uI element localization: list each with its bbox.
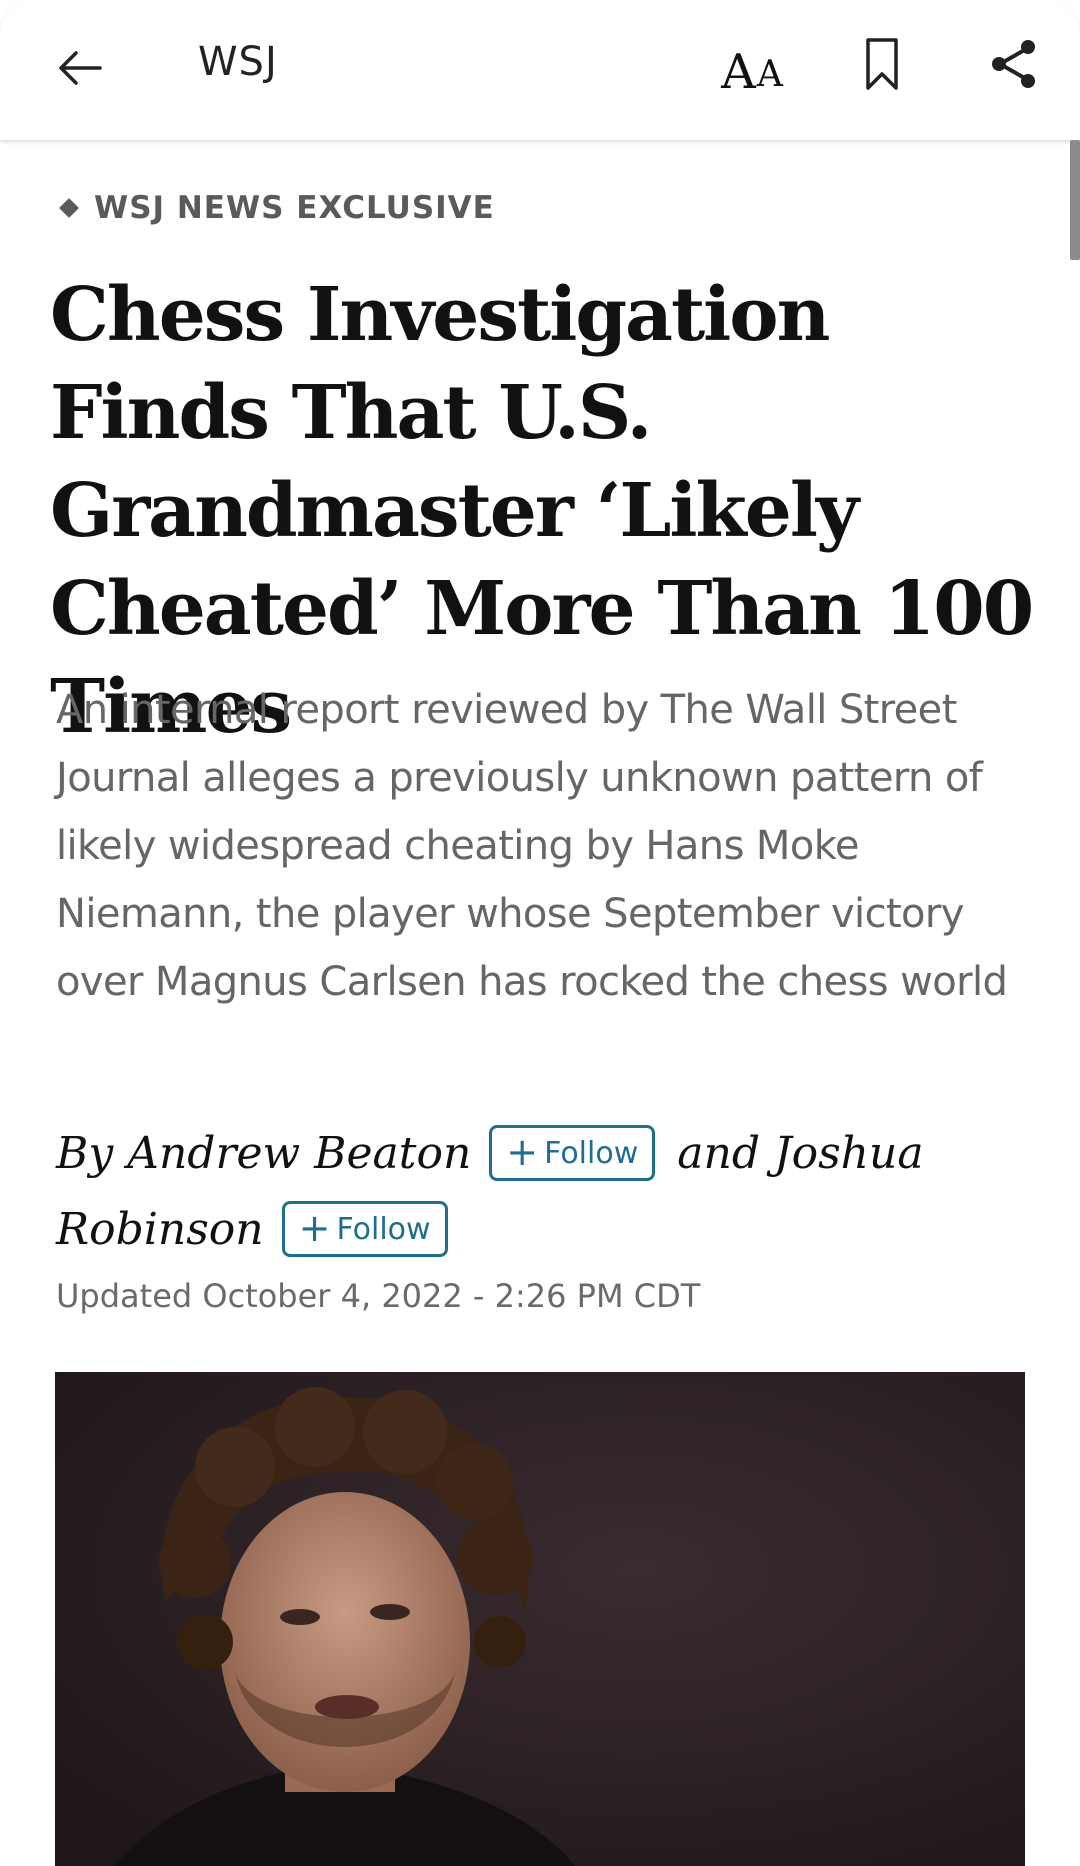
back-button[interactable] [50,38,110,98]
diamond-icon [59,198,79,218]
follow-author-2-button[interactable]: + Follow [281,1201,448,1257]
font-size-button[interactable]: AA [716,30,788,100]
article-kicker: WSJ NEWS EXCLUSIVE [56,190,495,226]
hero-image[interactable] [55,1372,1025,1866]
plus-icon: + [506,1130,539,1174]
author-2-name-part-1[interactable]: and Joshua [677,1128,923,1179]
author-1-name[interactable]: By Andrew Beaton [56,1128,471,1179]
share-icon [992,40,1035,88]
kicker-label: WSJ NEWS EXCLUSIVE [94,190,495,226]
plus-icon: + [298,1206,331,1250]
author-2-name-part-2[interactable]: Robinson [56,1204,264,1255]
follow-author-1-button[interactable]: + Follow [489,1125,656,1181]
article-dek: An internal report reviewed by The Wall … [56,687,1008,1005]
portrait-photo [55,1372,1025,1866]
byline-continued: Robinson + Follow [56,1196,448,1262]
top-app-bar: WSJ AA [0,0,1080,140]
scrollbar-thumb[interactable] [1070,140,1080,260]
bookmark-button[interactable] [860,34,904,94]
font-size-icon: A [721,44,756,100]
byline: By Andrew Beaton + Follow and Joshua [56,1120,924,1186]
back-arrow-icon [59,51,102,85]
app-title: WSJ [198,39,278,85]
follow-label: Follow [336,1211,431,1247]
article-timestamp: Updated October 4, 2022 - 2:26 PM CDT [56,1277,701,1315]
follow-label: Follow [544,1135,639,1171]
bookmark-icon [866,38,898,90]
share-button[interactable] [984,34,1044,94]
